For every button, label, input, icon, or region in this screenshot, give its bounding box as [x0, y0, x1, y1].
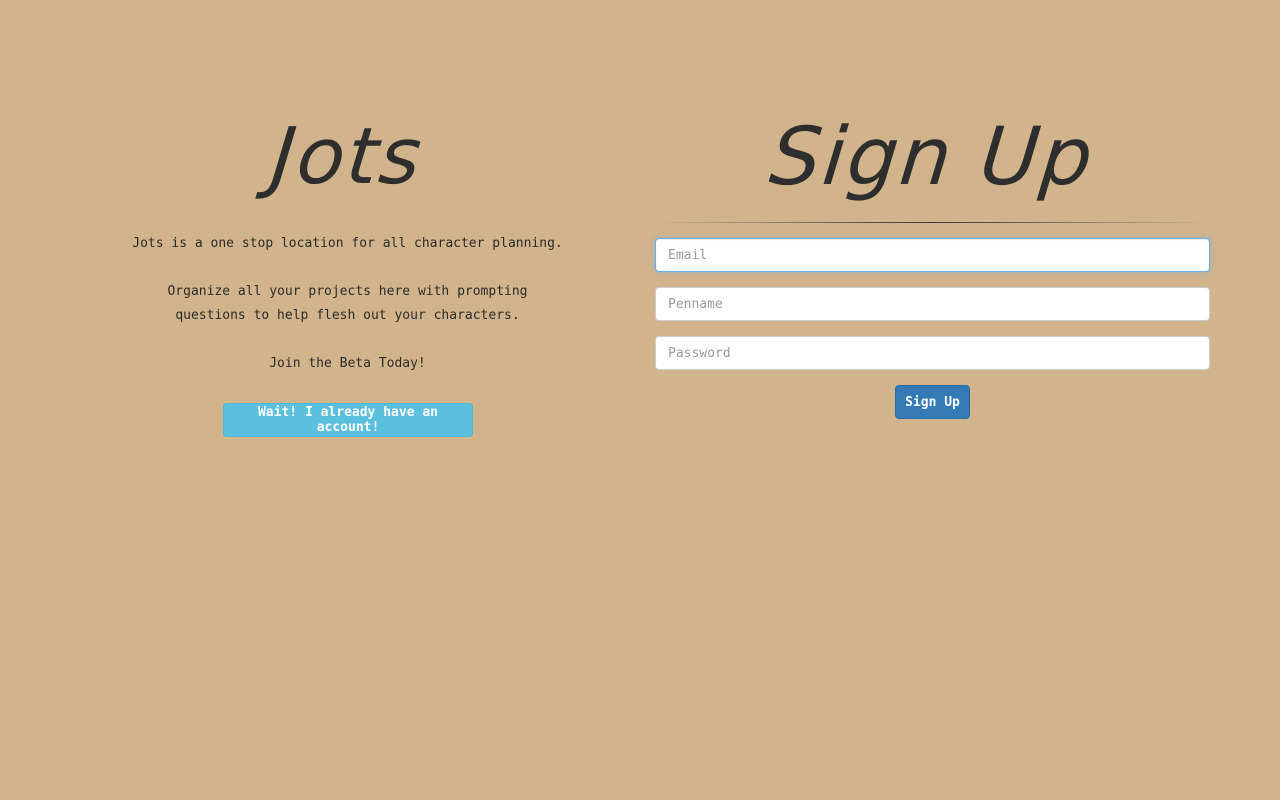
intro-organize-text: Organize all your projects here with pro…	[167, 284, 528, 323]
intro-description: Jots is a one stop location for all char…	[132, 236, 563, 251]
email-field[interactable]	[655, 238, 1210, 272]
password-field[interactable]	[655, 336, 1210, 370]
existing-account-button[interactable]: Wait! I already have an account!	[223, 403, 473, 437]
penname-field[interactable]	[655, 287, 1210, 321]
app-title: Jots	[267, 112, 428, 202]
title-divider	[655, 222, 1210, 223]
beta-callout: Join the Beta Today!	[269, 356, 426, 371]
signup-button[interactable]: Sign Up	[895, 385, 970, 419]
signup-title: Sign Up	[766, 110, 1100, 203]
